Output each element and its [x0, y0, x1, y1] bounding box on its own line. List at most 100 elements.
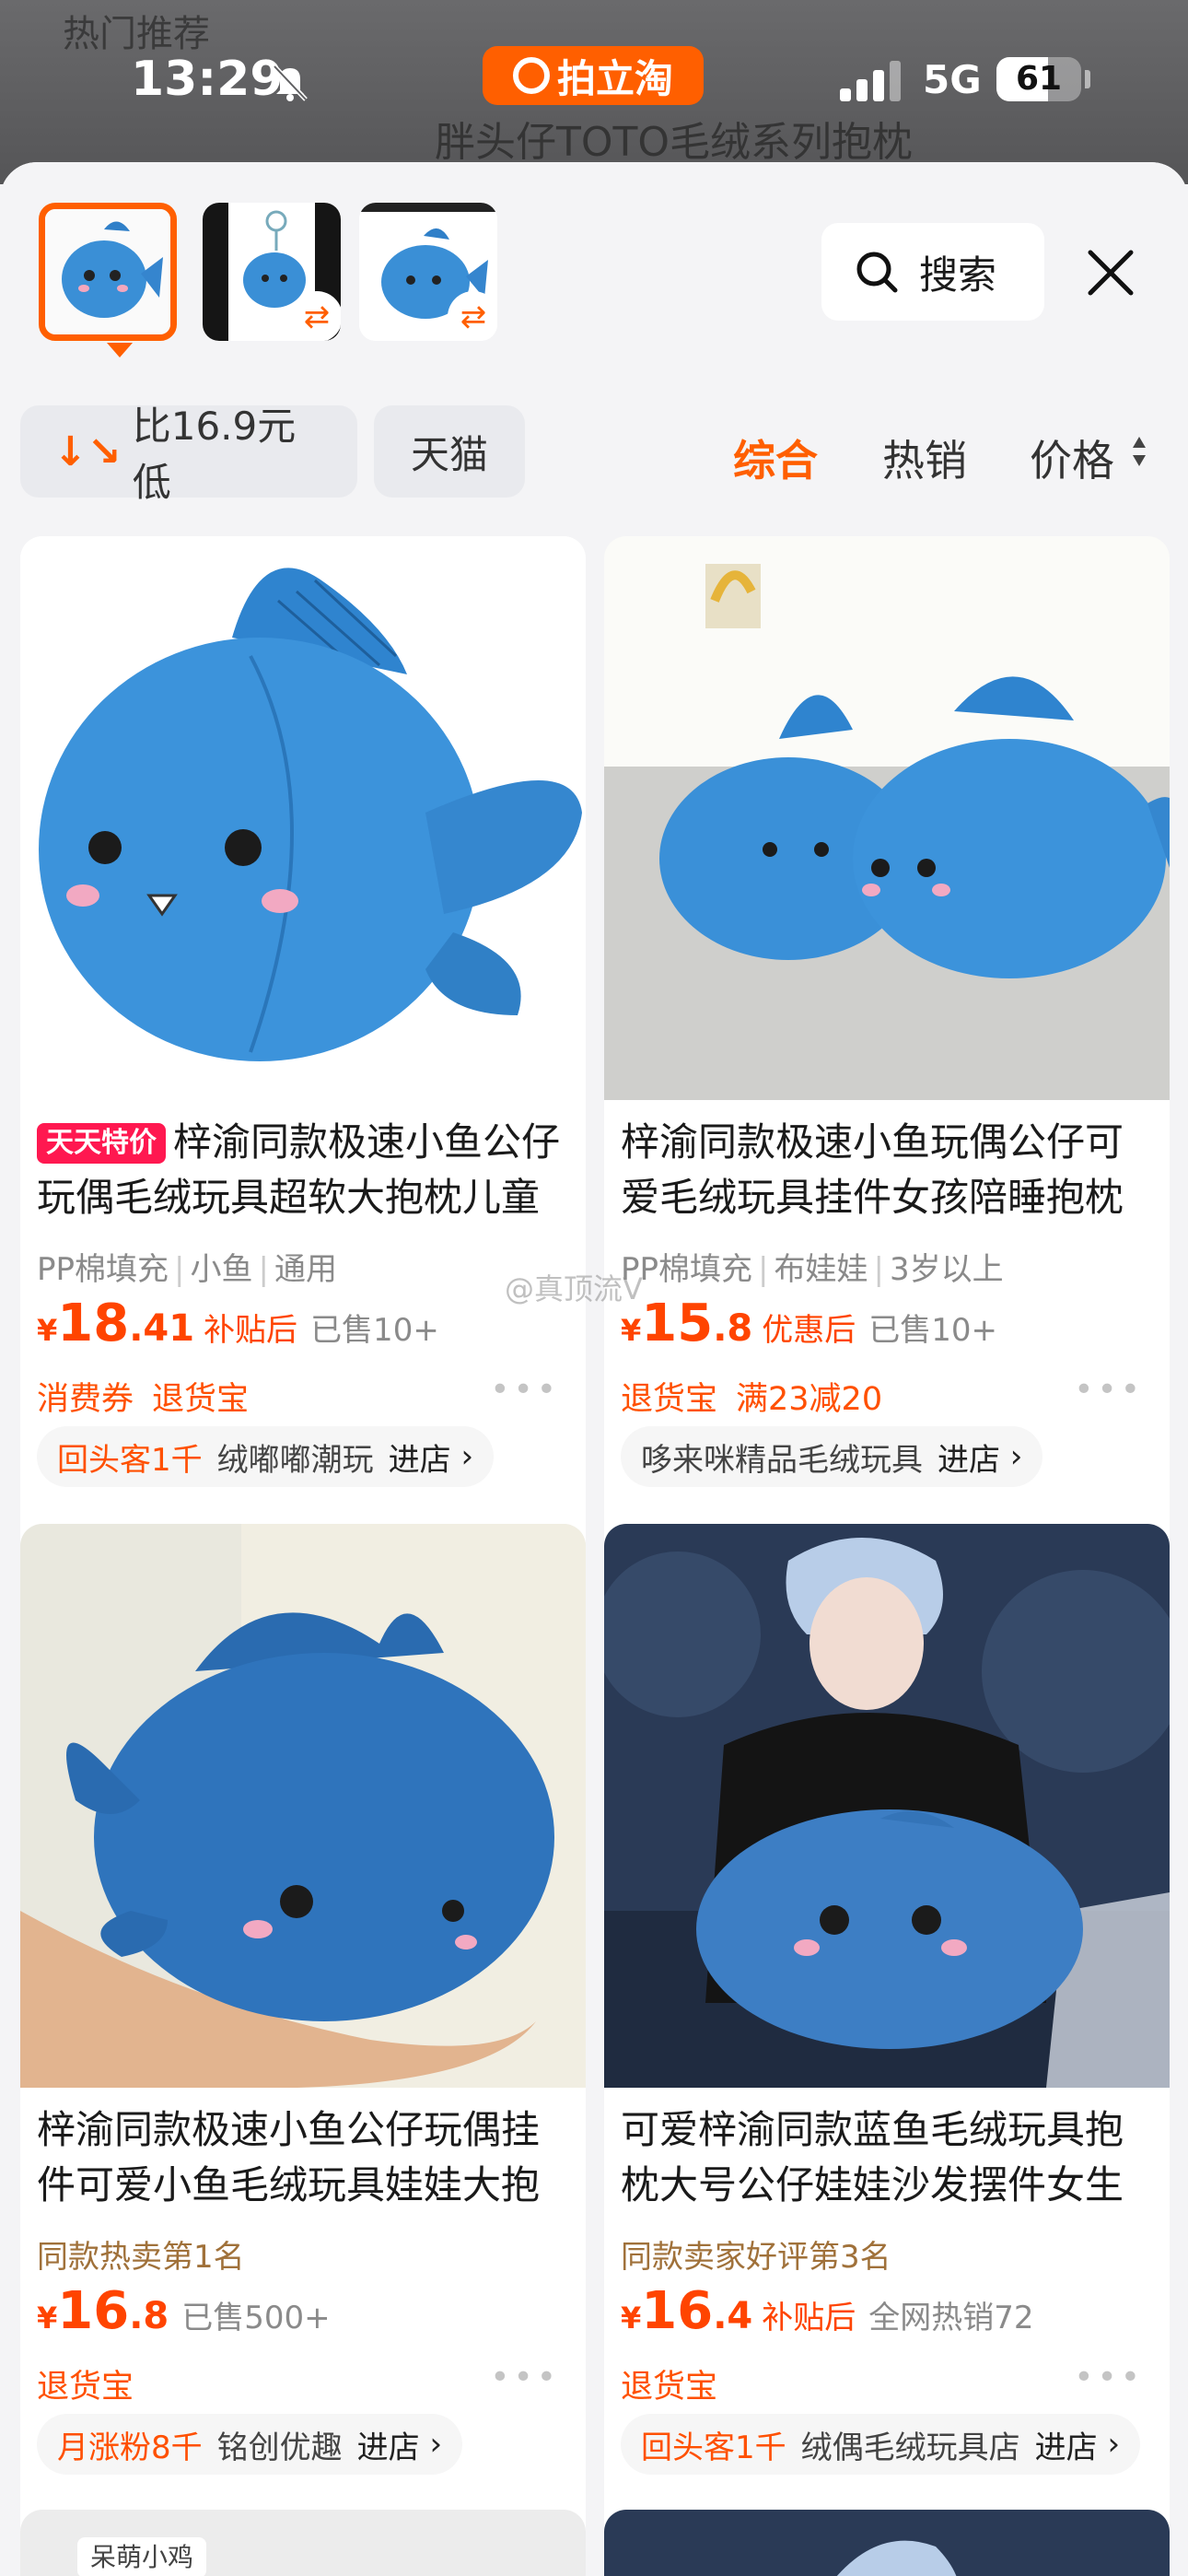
- bell-muted-icon: [273, 64, 308, 101]
- shop-tag: 回头客1千: [57, 1441, 203, 1479]
- photo-thumb-2[interactable]: ⇄: [203, 203, 341, 341]
- status-time: 13:29: [131, 52, 284, 107]
- promo-tag: 天天特价: [37, 1123, 166, 1164]
- photo-thumb-1[interactable]: [39, 203, 177, 341]
- app-name: 拍立淘: [556, 55, 673, 101]
- price-lower-chip[interactable]: ↓↘ 比16.9元低: [20, 404, 357, 505]
- price-note: 优惠后: [762, 1312, 856, 1349]
- filter-sort-bar: ↓↘ 比16.9元低 天猫 综合 热销 价格: [0, 392, 1188, 531]
- service-tag: 消费券: [37, 1381, 134, 1418]
- shop-name: 哆来咪精品毛绒玩具: [641, 1441, 923, 1479]
- ranking-highlight: 同款热卖第1名: [37, 2239, 245, 2276]
- tmall-chip-label: 天猫: [410, 431, 488, 477]
- price-decimal: .8: [129, 2295, 169, 2337]
- more-options-icon[interactable]: •••: [490, 2359, 560, 2396]
- shop-tag: 月涨粉8千: [57, 2429, 203, 2466]
- attr: 布娃娃: [774, 1251, 868, 1288]
- price-row: ¥16.4 补贴后 全网热销72: [621, 2281, 1153, 2341]
- product-title[interactable]: 可爱梓渝同款蓝鱼毛绒玩具抱枕大号公仔娃娃沙发摆件女生: [621, 2102, 1153, 2213]
- product-title[interactable]: 梓渝同款极速小鱼玩偶公仔可爱毛绒玩具挂件女孩陪睡抱枕: [621, 1115, 1153, 1225]
- partial-card-image: [836, 2540, 957, 2576]
- product-attrs: PP棉填充 | 小鱼 | 通用: [37, 1244, 337, 1289]
- network-type: 5G: [923, 57, 982, 102]
- battery-percent: 61: [1015, 60, 1063, 98]
- sort-arrows-icon[interactable]: [1131, 433, 1147, 470]
- enter-shop-link[interactable]: 进店: [938, 1434, 1000, 1480]
- attr-sep: |: [258, 1251, 269, 1288]
- enter-shop-link[interactable]: 进店: [357, 2422, 420, 2467]
- shop-entry[interactable]: 月涨粉8千 铭创优趣 进店 ›: [37, 2414, 463, 2475]
- attr-sep: |: [873, 1251, 884, 1288]
- more-options-icon[interactable]: •••: [1074, 2359, 1144, 2396]
- sort-price[interactable]: 价格: [1030, 427, 1114, 488]
- price-row: ¥15.8 优惠后 已售10+: [621, 1294, 1153, 1353]
- chevron-right-icon: ›: [1097, 2426, 1121, 2463]
- tmall-chip[interactable]: 天猫: [374, 405, 525, 498]
- price-integer: 15: [641, 1294, 714, 1353]
- service-tag: 满23减20: [736, 1381, 883, 1418]
- swap-icon[interactable]: ⇄: [291, 291, 341, 341]
- shop-tag: 回头客1千: [641, 2429, 786, 2466]
- product-card-2[interactable]: 梓渝同款极速小鱼玩偶公仔可爱毛绒玩具挂件女孩陪睡抱枕 PP棉填充 | 布娃娃 | 3岁以…: [604, 536, 1170, 1647]
- price-integer: 18: [57, 1294, 130, 1353]
- ranking-highlight: 同款卖家好评第3名: [621, 2239, 891, 2276]
- product-card-6-partial[interactable]: [604, 2510, 1170, 2576]
- close-icon[interactable]: [1081, 243, 1140, 302]
- swap-icon[interactable]: ⇄: [448, 291, 497, 341]
- photo-thumb-3[interactable]: ⇄: [359, 203, 497, 341]
- more-options-icon[interactable]: •••: [490, 1371, 560, 1409]
- product-title[interactable]: 梓渝同款极速小鱼公仔玩偶挂件可爱小鱼毛绒玩具娃娃大抱: [37, 2102, 569, 2213]
- attr: 通用: [274, 1251, 337, 1288]
- product-attrs: PP棉填充 | 布娃娃 | 3岁以上: [621, 1244, 1004, 1289]
- product-card-1[interactable]: 天天特价 梓渝同款极速小鱼公仔玩偶毛绒玩具超软大抱枕儿童 PP棉填充 | 小鱼 | 通用 …: [20, 536, 586, 1647]
- sort-hot-sales[interactable]: 热销: [882, 427, 967, 488]
- chevron-right-icon: ›: [1000, 1438, 1023, 1475]
- app-return-pill[interactable]: 拍立淘: [483, 46, 704, 105]
- service-tags: 退货宝: [621, 2360, 736, 2407]
- price-row: ¥16.8 已售500+: [37, 2281, 569, 2341]
- currency-symbol: ¥: [621, 1313, 642, 1348]
- shop-name: 绒嘟嘟潮玩: [216, 1441, 374, 1479]
- price-note: 补贴后: [762, 2300, 856, 2336]
- attr-sep: |: [758, 1251, 769, 1288]
- shop-entry[interactable]: 哆来咪精品毛绒玩具 进店 ›: [621, 1426, 1043, 1487]
- partial-card-label: 呆萌小鸡: [77, 2537, 207, 2576]
- results-sheet: ⇄ ⇄ 搜索 ↓↘ 比16.9元低 天猫 综合 热销 价格 天天特价 梓渝同款极…: [0, 162, 1188, 2576]
- shop-entry[interactable]: 回头客1千 绒偶毛绒玩具店 进店 ›: [621, 2414, 1141, 2475]
- search-label: 搜索: [919, 252, 997, 298]
- attr-sep: |: [174, 1251, 185, 1288]
- backdrop-hint-text: 热门推荐: [63, 13, 210, 55]
- chevron-right-icon: ›: [450, 1438, 474, 1475]
- price-decimal: .8: [713, 1307, 753, 1350]
- service-tag: 退货宝: [621, 1381, 718, 1418]
- battery-indicator: 61: [996, 57, 1081, 101]
- sold-count: 已售10+: [868, 1312, 997, 1349]
- enter-shop-link[interactable]: 进店: [389, 1434, 451, 1480]
- currency-symbol: ¥: [621, 2301, 642, 2336]
- shop-name: 铭创优趣: [216, 2429, 343, 2466]
- backdrop-title-text: 胖头仔TOTO毛绒系列抱枕: [435, 119, 914, 166]
- camera-search-icon: [512, 57, 550, 94]
- sort-overall[interactable]: 综合: [733, 427, 818, 488]
- thumb-selected-pointer: [107, 343, 133, 357]
- attr: PP棉填充: [37, 1251, 169, 1288]
- more-options-icon[interactable]: •••: [1074, 1371, 1144, 1409]
- product-card-4[interactable]: 可爱梓渝同款蓝鱼毛绒玩具抱枕大号公仔娃娃沙发摆件女生 同款卖家好评第3名 ¥16…: [604, 1524, 1170, 2576]
- chevron-right-icon: ›: [419, 2426, 443, 2463]
- price-integer: 16: [641, 2281, 714, 2341]
- attr: 小鱼: [190, 1251, 253, 1288]
- shop-name: 绒偶毛绒玩具店: [800, 2429, 1020, 2466]
- product-card-3[interactable]: 梓渝同款极速小鱼公仔玩偶挂件可爱小鱼毛绒玩具娃娃大抱 同款热卖第1名 ¥16.8…: [20, 1524, 586, 2576]
- price-chip-label: 比16.9元低: [132, 404, 297, 505]
- search-button[interactable]: 搜索: [821, 223, 1044, 321]
- enter-shop-link[interactable]: 进店: [1035, 2422, 1098, 2467]
- price-down-icon: ↓↘: [53, 427, 122, 475]
- product-title[interactable]: 天天特价 梓渝同款极速小鱼公仔玩偶毛绒玩具超软大抱枕儿童: [37, 1115, 569, 1225]
- price-decimal: .41: [129, 1307, 195, 1350]
- price-note: 补贴后: [204, 1312, 298, 1349]
- search-icon: [856, 252, 898, 293]
- service-tags: 消费券 退货宝: [37, 1373, 267, 1420]
- sold-count: 已售500+: [181, 2300, 331, 2336]
- shop-entry[interactable]: 回头客1千 绒嘟嘟潮玩 进店 ›: [37, 1426, 495, 1487]
- product-card-5-partial[interactable]: 呆萌小鸡: [20, 2510, 586, 2576]
